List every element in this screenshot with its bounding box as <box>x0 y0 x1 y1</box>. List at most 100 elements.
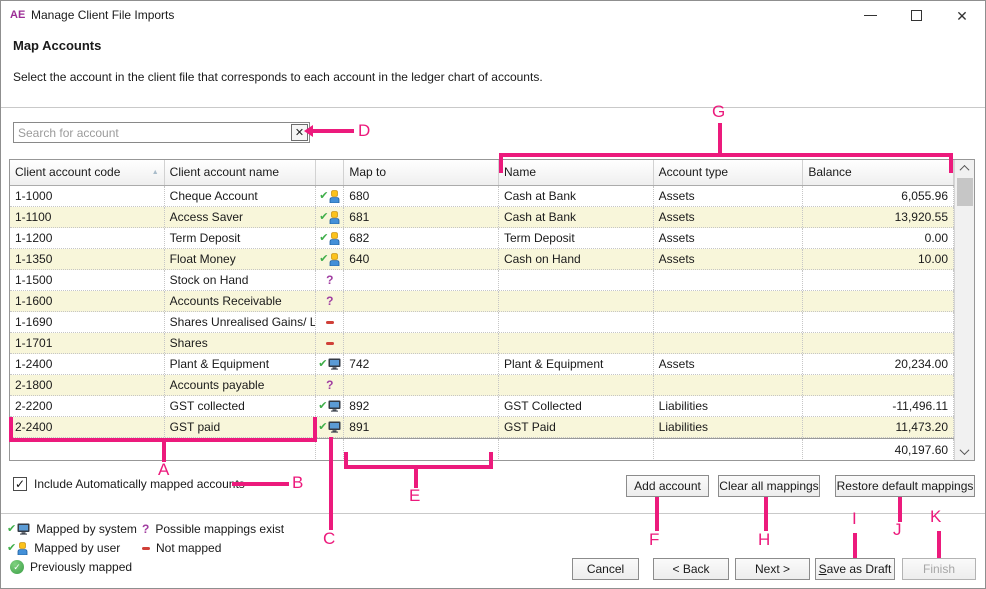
manage-client-file-imports-dialog: AE Manage Client File Imports ✕ Map Acco… <box>0 0 986 589</box>
cell-code: 1-2400 <box>10 354 165 374</box>
cell-map-to[interactable]: 640 <box>344 249 499 269</box>
chevron-up-icon <box>960 165 970 175</box>
column-header-label: Client account name <box>170 160 279 185</box>
cancel-button[interactable]: Cancel <box>572 558 639 580</box>
legend-possible-mappings: ? Possible mappings exist <box>142 522 284 536</box>
table-row[interactable]: 1-1500Stock on Hand? <box>10 270 954 291</box>
grid-scrollbar[interactable] <box>954 160 974 460</box>
cell-map-to[interactable] <box>344 375 499 395</box>
table-row[interactable]: 1-1100Access Saver✔681Cash at BankAssets… <box>10 207 954 228</box>
legend-previously-mapped: ✓ Previously mapped <box>10 560 132 574</box>
cell-map-to[interactable] <box>344 312 499 332</box>
table-row[interactable]: 1-1690Shares Unrealised Gains/ L... <box>10 312 954 333</box>
mapping-status-cell: ? <box>316 375 344 395</box>
cell-map-to[interactable]: 892 <box>344 396 499 416</box>
question-icon: ? <box>326 379 333 391</box>
annotation-f-label: F <box>649 530 659 550</box>
cell-map-to[interactable]: 681 <box>344 207 499 227</box>
table-row[interactable]: 2-1800Accounts payable? <box>10 375 954 396</box>
cell-balance: 10.00 <box>803 249 954 269</box>
mapping-status-cell: ✔ <box>316 396 344 416</box>
mapping-status-cell: ✔ <box>316 228 344 248</box>
grid-header-row: Client account code▲Client account name M… <box>10 160 954 186</box>
question-icon: ? <box>326 295 333 307</box>
cell-client-name: Stock on Hand <box>165 270 317 290</box>
mapping-status-cell <box>316 312 344 332</box>
search-box: ✕ <box>13 122 310 143</box>
save-as-draft-button[interactable]: Save as Draft <box>815 558 895 580</box>
search-input[interactable] <box>14 124 291 141</box>
cell-code: 1-1690 <box>10 312 165 332</box>
clear-search-button[interactable]: ✕ <box>291 124 308 141</box>
table-row[interactable]: 1-1600Accounts Receivable? <box>10 291 954 312</box>
table-row[interactable]: 2-2400GST paid✔891GST PaidLiabilities11,… <box>10 417 954 438</box>
mapping-status-cell: ✔ <box>316 354 344 374</box>
cell-map-to[interactable] <box>344 291 499 311</box>
user-icon <box>329 190 340 203</box>
cell-code: 1-1350 <box>10 249 165 269</box>
cell-map-to[interactable]: 680 <box>344 186 499 206</box>
column-header-client-account-name[interactable]: Client account name <box>165 160 317 185</box>
total-empty-cell <box>316 439 344 460</box>
cell-type: Assets <box>654 228 804 248</box>
scrollbar-thumb[interactable] <box>957 178 973 206</box>
add-account-button[interactable]: Add account <box>626 475 709 497</box>
table-row[interactable]: 1-1000Cheque Account✔680Cash at BankAsse… <box>10 186 954 207</box>
mapping-status-cell: ✔ <box>316 417 344 437</box>
maximize-button[interactable] <box>893 1 939 30</box>
annotation-i-stem <box>853 533 857 558</box>
cell-name <box>499 270 654 290</box>
cell-client-name: GST collected <box>165 396 317 416</box>
column-header-name[interactable]: Name <box>499 160 654 185</box>
cell-balance: 20,234.00 <box>803 354 954 374</box>
cell-map-to[interactable]: 742 <box>344 354 499 374</box>
table-row[interactable]: 1-1350Float Money✔640Cash on HandAssets1… <box>10 249 954 270</box>
clear-all-mappings-button[interactable]: Clear all mappings <box>718 475 820 497</box>
scroll-up-button[interactable] <box>955 160 974 177</box>
monitor-icon <box>328 358 341 370</box>
mapping-status-cell: ? <box>316 291 344 311</box>
cell-type <box>654 270 804 290</box>
back-button[interactable]: < Back <box>653 558 729 580</box>
cell-name: Cash at Bank <box>499 207 654 227</box>
check-icon: ✔ <box>318 359 327 370</box>
table-row[interactable]: 2-2200GST collected✔892GST CollectedLiab… <box>10 396 954 417</box>
total-empty-cell <box>654 439 804 460</box>
column-header-label: Name <box>504 160 536 185</box>
cell-map-to[interactable] <box>344 333 499 353</box>
mapping-status-cell: ✔ <box>316 186 344 206</box>
legend-mapped-by-system: ✔ Mapped by system <box>7 522 137 536</box>
legend-label: Mapped by system <box>36 522 137 536</box>
column-header-balance[interactable]: Balance <box>803 160 954 185</box>
annotation-i-label: I <box>852 509 857 529</box>
close-button[interactable]: ✕ <box>939 1 985 30</box>
table-row[interactable]: 1-2400Plant & Equipment✔742Plant & Equip… <box>10 354 954 375</box>
next-button[interactable]: Next > <box>735 558 810 580</box>
minimize-button[interactable] <box>847 1 893 30</box>
check-icon: ✔ <box>319 254 328 265</box>
column-header-label: Client account code <box>15 160 120 185</box>
finish-button[interactable]: Finish <box>902 558 976 580</box>
column-header-status[interactable] <box>316 160 344 185</box>
table-row[interactable]: 1-1200Term Deposit✔682Term DepositAssets… <box>10 228 954 249</box>
annotation-h-label: H <box>758 530 770 550</box>
close-icon: ✕ <box>956 9 968 23</box>
cell-client-name: GST paid <box>165 417 317 437</box>
column-header-account-type[interactable]: Account type <box>654 160 804 185</box>
cell-map-to[interactable]: 891 <box>344 417 499 437</box>
annotation-e-line <box>344 465 493 469</box>
cell-map-to[interactable]: 682 <box>344 228 499 248</box>
include-auto-mapped-checkbox[interactable]: ✓ <box>13 477 27 491</box>
cell-client-name: Shares Unrealised Gains/ L... <box>165 312 317 332</box>
column-header-map-to[interactable]: Map to <box>344 160 499 185</box>
total-empty-cell <box>165 439 317 460</box>
annotation-g-line <box>499 153 953 157</box>
cell-client-name: Float Money <box>165 249 317 269</box>
column-header-client-account-code[interactable]: Client account code▲ <box>10 160 165 185</box>
check-icon: ✔ <box>319 191 328 202</box>
restore-default-mappings-button[interactable]: Restore default mappings <box>835 475 975 497</box>
table-row[interactable]: 1-1701Shares <box>10 333 954 354</box>
cell-map-to[interactable] <box>344 270 499 290</box>
scroll-down-button[interactable] <box>955 443 974 460</box>
cell-balance <box>803 375 954 395</box>
